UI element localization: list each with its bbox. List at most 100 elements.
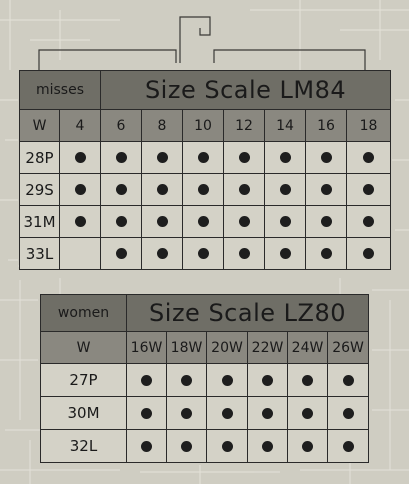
size-cell: [305, 141, 347, 174]
size-cell: [326, 363, 370, 397]
available-dot-icon: [279, 216, 291, 227]
size-cell: [345, 141, 392, 174]
available-dot-icon: [197, 248, 209, 259]
size-cell: [126, 363, 167, 397]
available-dot-icon: [302, 407, 313, 419]
hanger-outline: [38, 16, 366, 70]
size-cell: [223, 205, 265, 238]
size-cell: [247, 429, 288, 463]
category-label: women: [40, 294, 127, 332]
available-dot-icon: [320, 152, 332, 163]
size-header: 8: [141, 109, 183, 142]
available-dot-icon: [115, 248, 127, 259]
available-dot-icon: [181, 407, 192, 419]
size-cell: [305, 205, 347, 238]
available-dot-icon: [197, 216, 209, 227]
available-dot-icon: [302, 374, 313, 386]
available-dot-icon: [221, 374, 233, 386]
size-header: 14: [264, 109, 306, 142]
size-cell: [182, 237, 224, 270]
row-label: 29S: [19, 173, 60, 206]
available-dot-icon: [221, 440, 233, 452]
size-cell: [59, 141, 101, 174]
size-header: 10: [182, 109, 224, 142]
available-dot-icon: [197, 152, 209, 163]
size-cell: [166, 429, 207, 463]
available-dot-icon: [363, 248, 375, 259]
size-cell: [264, 237, 306, 270]
size-table-women: women Size Scale LZ80 W 16W 18W 20W 22W 24W 2…: [40, 294, 370, 463]
size-header: 16: [305, 109, 347, 142]
size-header: 26W: [326, 331, 370, 364]
size-cell: [126, 396, 167, 430]
size-header: 12: [223, 109, 265, 142]
size-header: 6: [100, 109, 142, 142]
available-dot-icon: [74, 152, 86, 163]
size-header: 4: [59, 109, 101, 142]
size-cell: [100, 141, 142, 174]
size-cell: [345, 237, 392, 270]
size-cell: [223, 141, 265, 174]
size-table-misses: misses Size Scale LM84 W 4 6 8 10 12 14 16 18 2…: [19, 70, 392, 270]
size-cell: [166, 363, 207, 397]
size-header: 16W: [126, 331, 167, 364]
available-dot-icon: [342, 407, 354, 419]
available-dot-icon: [238, 216, 250, 227]
available-dot-icon: [262, 374, 273, 386]
available-dot-icon: [363, 184, 375, 195]
size-cell: [264, 141, 306, 174]
size-cell: [345, 205, 392, 238]
size-cell: [141, 173, 183, 206]
size-header: 22W: [247, 331, 288, 364]
available-dot-icon: [342, 374, 354, 386]
size-cell: [59, 173, 101, 206]
available-dot-icon: [279, 184, 291, 195]
row-label: 32L: [40, 429, 127, 463]
size-cell: [100, 237, 142, 270]
size-cell: [287, 429, 328, 463]
table-title: Size Scale LZ80: [125, 294, 370, 332]
row-label: 31M: [19, 205, 60, 238]
available-dot-icon: [302, 440, 313, 452]
available-dot-icon: [197, 184, 209, 195]
size-cell: [305, 173, 347, 206]
available-dot-icon: [363, 152, 375, 163]
available-dot-icon: [141, 440, 152, 452]
size-cell: [247, 396, 288, 430]
table-row: 31M: [19, 205, 392, 238]
table-title: Size Scale LM84: [99, 70, 392, 110]
size-cell: [182, 173, 224, 206]
available-dot-icon: [156, 216, 168, 227]
size-cell: [141, 237, 183, 270]
available-dot-icon: [262, 407, 273, 419]
size-cell: [182, 205, 224, 238]
size-cell: [206, 429, 248, 463]
available-dot-icon: [279, 152, 291, 163]
available-dot-icon: [238, 248, 250, 259]
available-dot-icon: [156, 248, 168, 259]
available-dot-icon: [181, 374, 192, 386]
size-header: 20W: [206, 331, 248, 364]
size-cell: [59, 237, 101, 270]
available-dot-icon: [115, 216, 127, 227]
table-row: 32L: [40, 429, 370, 463]
available-dot-icon: [115, 152, 127, 163]
size-header: 24W: [287, 331, 328, 364]
waist-header: W: [40, 331, 127, 364]
available-dot-icon: [262, 440, 273, 452]
row-label: 27P: [40, 363, 127, 397]
size-cell: [141, 141, 183, 174]
size-cell: [345, 173, 392, 206]
size-cell: [287, 396, 328, 430]
available-dot-icon: [181, 440, 192, 452]
row-label: 33L: [19, 237, 60, 270]
size-cell: [223, 173, 265, 206]
size-cell: [126, 429, 167, 463]
size-header: 18: [345, 109, 392, 142]
size-header: 18W: [166, 331, 207, 364]
available-dot-icon: [238, 152, 250, 163]
size-cell: [287, 363, 328, 397]
row-label: 28P: [19, 141, 60, 174]
table-row: 29S: [19, 173, 392, 206]
available-dot-icon: [74, 184, 86, 195]
